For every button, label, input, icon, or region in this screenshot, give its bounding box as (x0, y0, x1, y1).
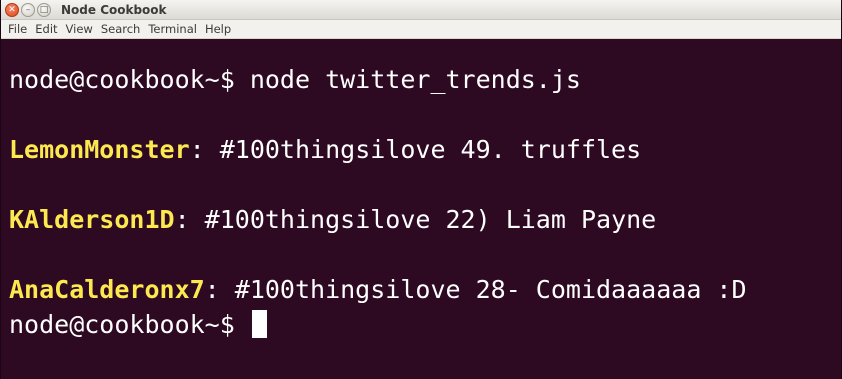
title-bar[interactable]: ✕ – □ Node Cookbook (1, 0, 841, 20)
prompt: node@cookbook~$ (9, 310, 250, 339)
tweet-text: : #100thingsilove 49. truffles (189, 135, 642, 164)
minimize-icon[interactable]: – (21, 3, 35, 17)
menu-file[interactable]: File (4, 22, 31, 36)
tweet-text: : #100thingsilove 28- Comidaaaaaa :D (204, 275, 747, 304)
command-line: node@cookbook~$ node twitter_trends.js (9, 62, 841, 97)
terminal-window: ✕ – □ Node Cookbook File Edit View Searc… (0, 0, 842, 379)
menu-search[interactable]: Search (97, 22, 145, 36)
window-title: Node Cookbook (61, 3, 167, 17)
prompt: node@cookbook~$ (9, 65, 250, 94)
tweet-line: AnaCalderonx7: #100thingsilove 28- Comid… (9, 272, 841, 307)
tweet-username: KAlderson1D (9, 205, 175, 234)
menu-bar: File Edit View Search Terminal Help (1, 20, 841, 39)
prompt-line: node@cookbook~$ (9, 307, 841, 342)
command-text: node twitter_trends.js (249, 65, 581, 94)
tweet-username: AnaCalderonx7 (9, 275, 205, 304)
menu-view[interactable]: View (62, 22, 97, 36)
menu-edit[interactable]: Edit (31, 22, 61, 36)
tweet-username: LemonMonster (9, 135, 190, 164)
tweet-line: LemonMonster: #100thingsilove 49. truffl… (9, 132, 841, 167)
tweet-text: : #100thingsilove 22) Liam Payne (174, 205, 657, 234)
close-icon[interactable]: ✕ (5, 3, 19, 17)
terminal-output[interactable]: node@cookbook~$ node twitter_trends.js L… (1, 40, 841, 379)
tweet-line: KAlderson1D: #100thingsilove 22) Liam Pa… (9, 202, 841, 237)
menu-help[interactable]: Help (201, 22, 235, 36)
menu-terminal[interactable]: Terminal (144, 22, 201, 36)
text-cursor (251, 310, 267, 338)
maximize-icon[interactable]: □ (37, 3, 51, 17)
